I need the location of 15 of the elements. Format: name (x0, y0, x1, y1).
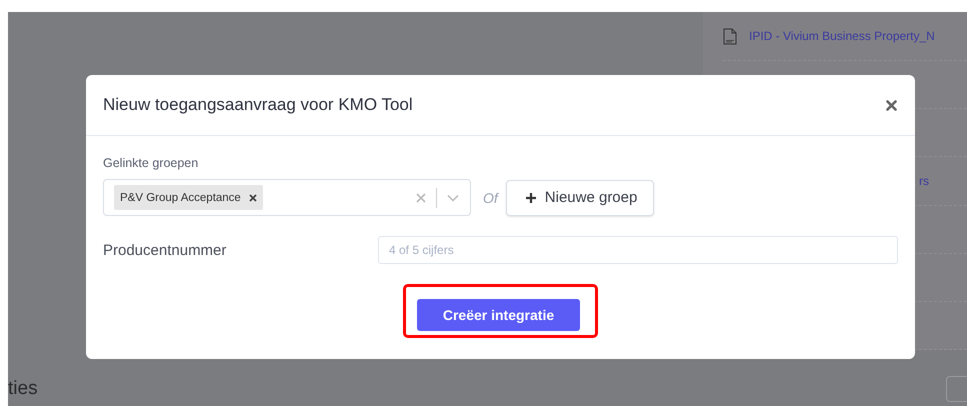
create-integration-button[interactable]: Creëer integratie (417, 299, 580, 331)
or-text: Of (483, 190, 498, 206)
section-heading: ties (8, 378, 38, 400)
remove-icon[interactable] (248, 194, 257, 202)
group-select[interactable]: P&V Group Acceptance (103, 179, 471, 216)
pdf-file-icon (723, 28, 737, 45)
field-label: Producentnummer (103, 242, 228, 258)
group-tag: P&V Group Acceptance (114, 185, 263, 210)
field-label: Gelinkte groepen (103, 156, 200, 170)
button-edge (946, 376, 967, 402)
plus-icon (524, 192, 537, 204)
producer-number-field[interactable]: 4 of 5 cijfers (378, 236, 898, 264)
dialog-title: Nieuw toegangsaanvraag voor KMO Tool (103, 95, 413, 115)
new-group-button[interactable]: Nieuwe groep (506, 180, 654, 216)
close-icon[interactable] (886, 100, 897, 110)
